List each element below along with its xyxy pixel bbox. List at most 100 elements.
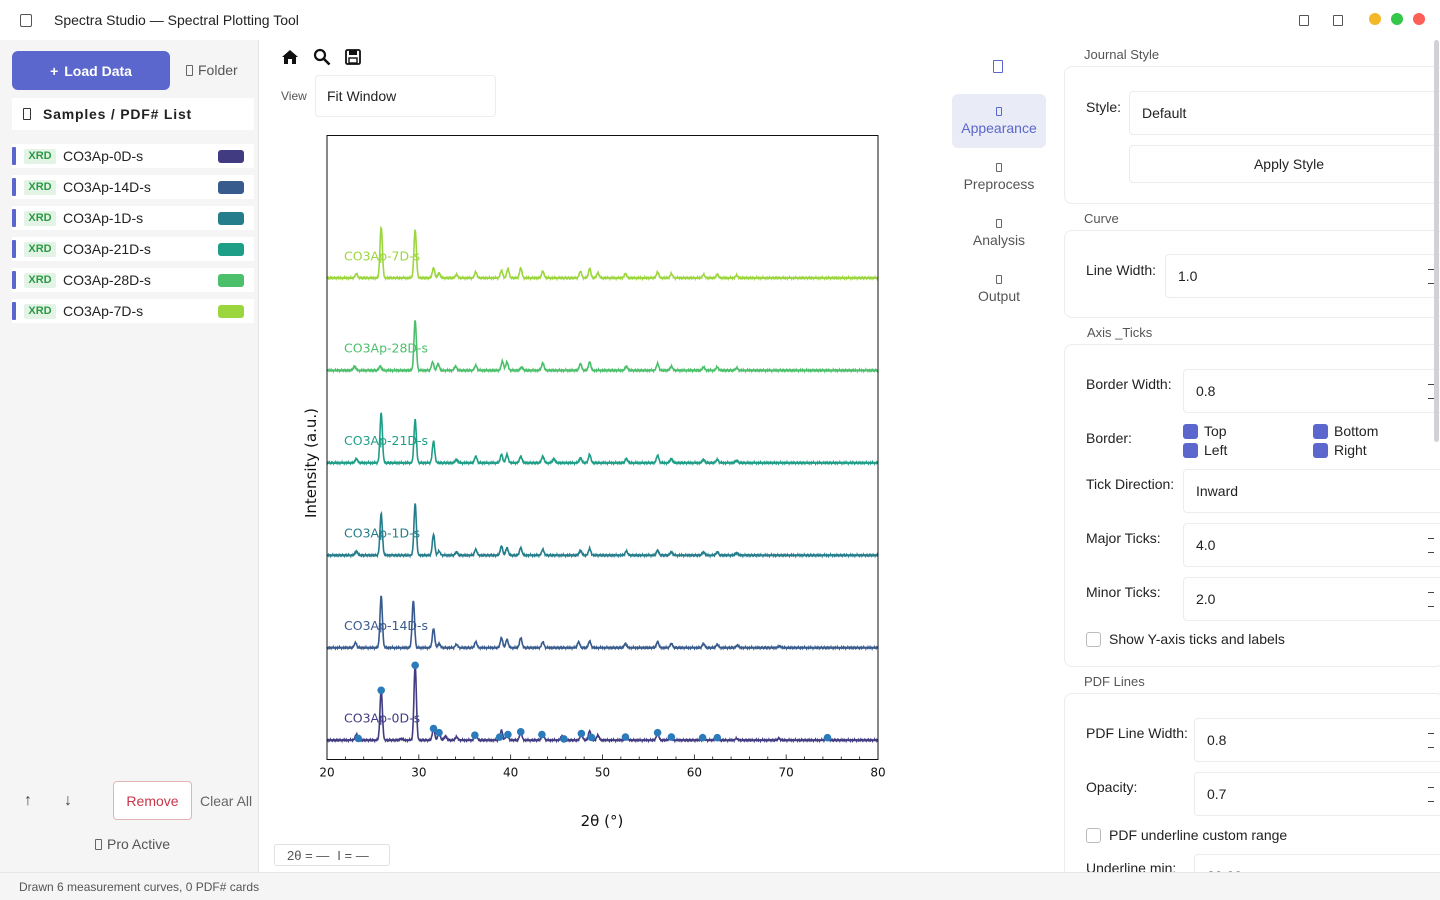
peak-marker[interactable] [354,734,363,743]
border-label: Border: [1086,430,1132,446]
sidebar: + Load Data Folder Samples / PDF# List X… [0,40,259,872]
move-down-button[interactable]: ↓ [64,792,72,810]
sample-name: CO3Ap-1D-s [63,210,144,226]
sample-color-swatch[interactable] [218,242,244,256]
sample-name: CO3Ap-7D-s [63,303,144,319]
border-top-checkbox[interactable]: Top [1183,423,1227,439]
major-ticks-spinner[interactable] [1428,536,1438,556]
selection-bar [12,271,16,289]
sample-type-badge: XRD [24,303,56,319]
apply-style-button[interactable]: Apply Style [1129,145,1440,183]
minimize-icon[interactable] [1299,15,1309,26]
two-theta-readout: 2θ = — [287,847,330,863]
series-line-CO3Ap-0D-s[interactable] [326,665,879,744]
nav-analysis-label: Analysis [972,231,1026,248]
style-select[interactable]: Default [1129,91,1440,135]
border-right-checkbox[interactable]: Right [1313,442,1367,458]
peak-marker[interactable] [495,733,504,741]
checkbox-empty-icon [1086,631,1101,647]
sample-row[interactable]: XRD CO3Ap-0D-s [12,144,254,168]
appearance-panel: Journal Style Style: Default Apply Style… [1064,40,1440,872]
view-select[interactable]: Fit Window [315,75,496,117]
axis-ticks-title: Axis _Ticks [1087,325,1153,340]
peak-marker[interactable] [577,729,586,738]
sample-row[interactable]: XRD CO3Ap-21D-s [12,237,254,261]
underline-min-input[interactable]: 20.00 [1194,854,1440,872]
peak-marker[interactable] [435,728,443,737]
nav-analysis[interactable]: Analysis [952,206,1046,260]
home-icon[interactable] [281,49,299,65]
load-data-button[interactable]: + Load Data [12,51,170,90]
peak-marker[interactable] [471,731,479,740]
sample-color-swatch[interactable] [218,180,244,194]
sample-row[interactable]: XRD CO3Ap-14D-s [12,175,254,199]
peak-marker[interactable] [377,686,385,695]
curve-card: Line Width: 1.0 [1064,230,1440,318]
pdf-line-width-input[interactable]: 0.8 [1194,718,1440,762]
maximize-icon[interactable] [1333,15,1343,26]
opacity-input[interactable]: 0.7 [1194,772,1440,816]
border-bottom-checkbox[interactable]: Bottom [1313,423,1378,439]
minor-ticks-spinner[interactable] [1428,590,1438,610]
nav-output[interactable]: Output [952,262,1046,316]
output-icon [996,274,1002,284]
border-width-input[interactable]: 0.8 [1183,369,1440,413]
peak-marker[interactable] [560,735,568,743]
peak-marker[interactable] [713,733,722,742]
sample-name: CO3Ap-21D-s [63,241,151,257]
nav-output-label: Output [977,287,1021,304]
checkbox-checked-icon [1183,442,1198,458]
pdf-line-width-label: PDF Line Width: [1086,725,1188,741]
sample-type-badge: XRD [24,179,56,195]
line-width-input[interactable]: 1.0 [1165,254,1440,298]
pdf-lines-card: PDF Line Width: 0.8 Opacity: 0.7 PDF und… [1064,693,1440,872]
peak-marker[interactable] [516,728,525,736]
sample-row[interactable]: XRD CO3Ap-7D-s [12,299,254,323]
sample-color-swatch[interactable] [218,149,244,163]
nav-appearance[interactable]: Appearance [952,94,1046,148]
nav-preprocess[interactable]: Preprocess [952,150,1046,204]
peak-marker[interactable] [653,728,662,737]
remove-button[interactable]: Remove [113,781,192,820]
peak-marker[interactable] [504,730,512,739]
underline-min-label: Underline min: [1086,860,1177,872]
peak-marker[interactable] [698,733,707,742]
sample-row[interactable]: XRD CO3Ap-1D-s [12,206,254,230]
show-y-axis-checkbox[interactable]: Show Y-axis ticks and labels [1086,631,1285,647]
border-left-checkbox[interactable]: Left [1183,442,1227,458]
peak-marker[interactable] [411,661,419,670]
minor-ticks-input[interactable]: 2.0 [1183,577,1440,621]
peak-marker[interactable] [823,733,832,742]
panel-scrollbar[interactable] [1434,40,1439,442]
sample-color-swatch[interactable] [218,304,244,318]
line-width-label: Line Width: [1086,262,1157,278]
x-tick-label: 30 [411,766,426,780]
peak-marker[interactable] [621,733,630,741]
green-window-dot[interactable] [1391,13,1403,25]
sample-row[interactable]: XRD CO3Ap-28D-s [12,268,254,292]
move-up-button[interactable]: ↑ [24,792,32,810]
opacity-value: 0.7 [1207,786,1227,802]
peak-marker[interactable] [538,730,546,739]
tick-direction-select[interactable]: Inward [1183,469,1440,513]
folder-button[interactable]: Folder [186,62,238,78]
red-window-dot[interactable] [1413,13,1425,25]
peak-marker[interactable] [587,733,596,742]
plot-toolbar [281,48,361,66]
view-label: View [281,89,307,103]
xrd-stacked-chart[interactable]: CO3Ap-0D-s CO3Ap-14D-s CO3Ap-1D-s CO3Ap-21D… [296,126,896,846]
search-icon[interactable] [313,48,331,66]
style-label: Style: [1086,99,1122,115]
sample-color-swatch[interactable] [218,211,244,225]
clear-all-button[interactable]: Clear All [200,793,252,809]
major-ticks-input[interactable]: 4.0 [1183,523,1440,567]
pdf-line-width-spinner[interactable] [1428,731,1438,751]
panel-icon[interactable] [993,60,1003,73]
checkbox-checked-icon [1313,423,1328,439]
pdf-underline-checkbox[interactable]: PDF underline custom range [1086,827,1287,843]
save-icon[interactable] [345,49,361,65]
opacity-spinner[interactable] [1428,785,1438,805]
yellow-window-dot[interactable] [1369,13,1381,25]
sample-color-swatch[interactable] [218,273,244,287]
peak-marker[interactable] [667,733,676,741]
